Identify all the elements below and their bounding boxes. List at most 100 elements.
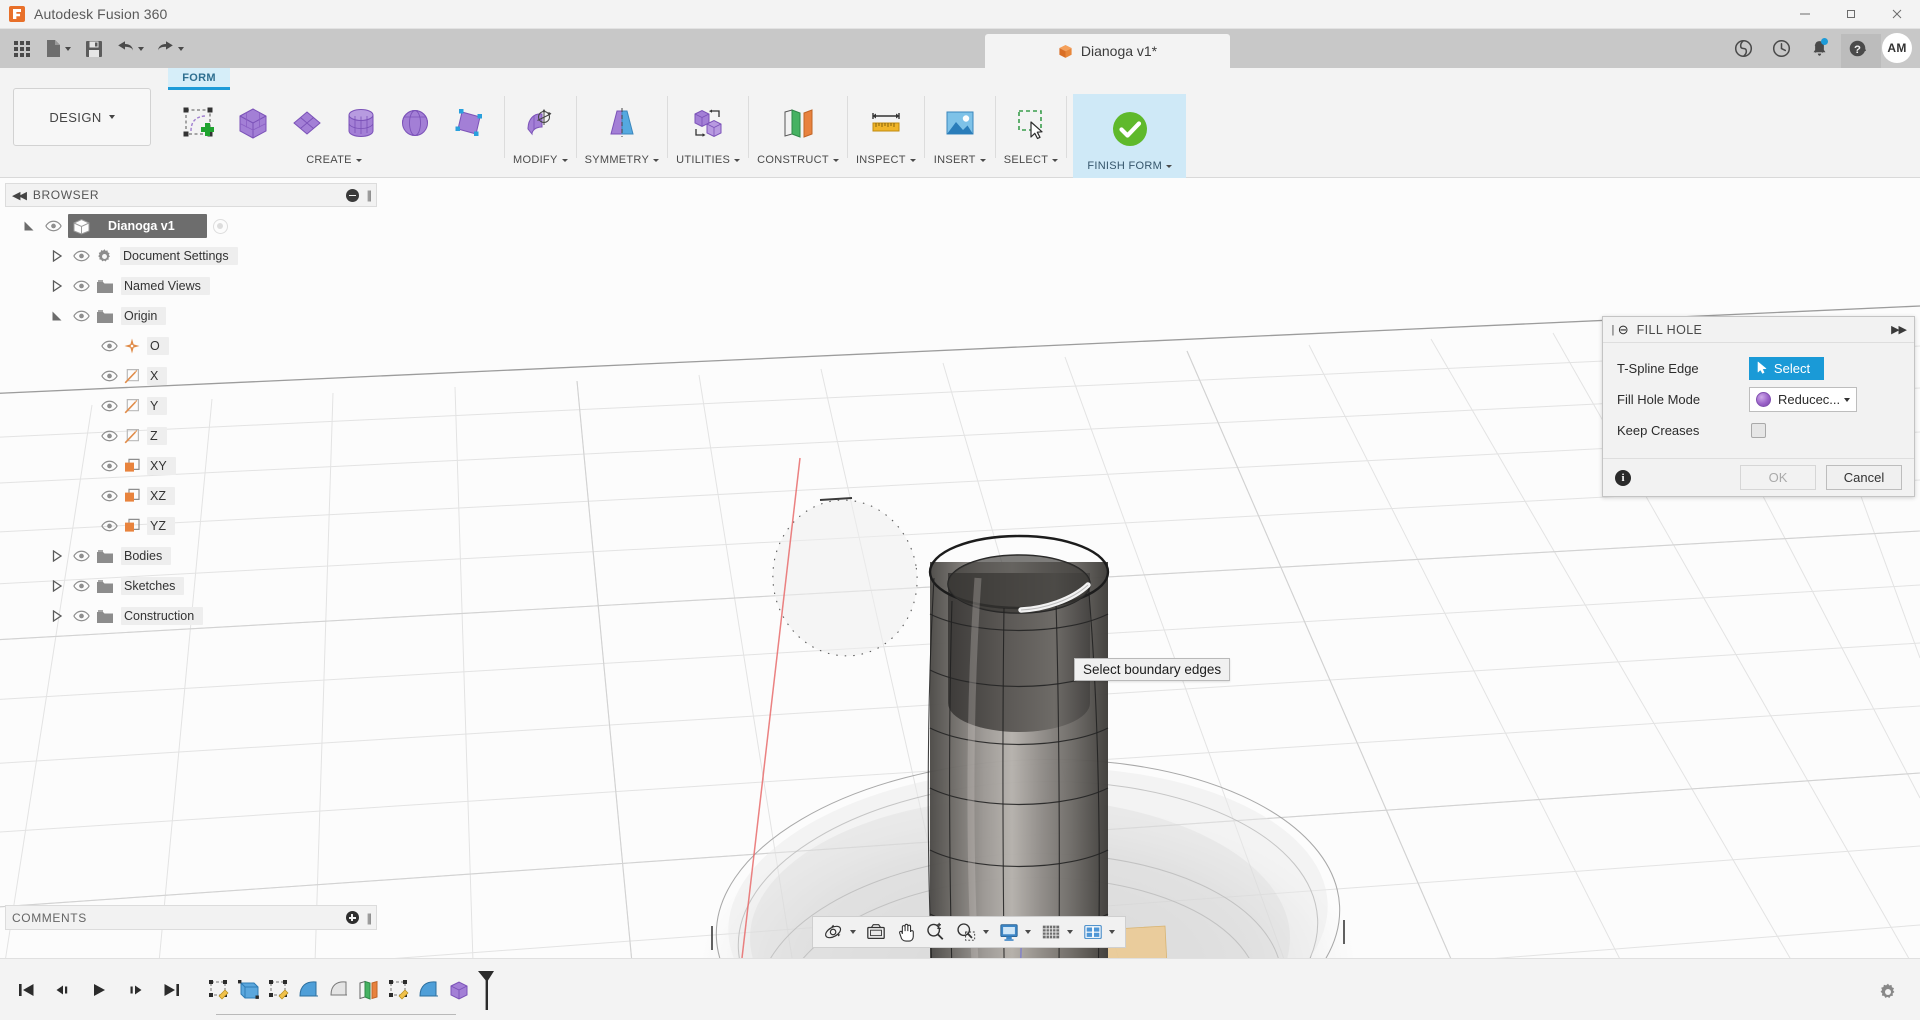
- new-file-icon[interactable]: [38, 34, 78, 64]
- dialog-grip-icon[interactable]: ||: [1611, 324, 1613, 336]
- visibility-eye-icon[interactable]: [71, 278, 91, 294]
- create-box-icon[interactable]: [226, 97, 280, 149]
- timeline-plane-icon[interactable]: [354, 975, 384, 1005]
- browser-tree-item-dianoga-v1[interactable]: Dianoga v1: [5, 211, 377, 241]
- browser-tree-item-o[interactable]: O: [5, 331, 377, 361]
- undo-icon[interactable]: [110, 34, 150, 64]
- close-button[interactable]: [1874, 0, 1920, 29]
- timeline-revolve-icon[interactable]: [294, 975, 324, 1005]
- expander-closed-icon[interactable]: [51, 250, 63, 262]
- expander-closed-icon[interactable]: [51, 550, 63, 562]
- info-icon[interactable]: i: [1615, 470, 1631, 486]
- browser-tree-item-named-views[interactable]: Named Views: [5, 271, 377, 301]
- ribbon-panel-modify-label[interactable]: MODIFY: [513, 154, 568, 166]
- dialog-collapse-icon[interactable]: ⊖: [1618, 322, 1629, 338]
- cancel-button[interactable]: Cancel: [1826, 465, 1902, 490]
- expander-open-icon[interactable]: [23, 220, 35, 232]
- visibility-eye-icon[interactable]: [71, 578, 91, 594]
- visibility-eye-icon[interactable]: [99, 338, 119, 354]
- visibility-eye-icon[interactable]: [99, 428, 119, 444]
- zoom-window-icon[interactable]: [951, 918, 993, 946]
- timeline-form-icon[interactable]: [444, 975, 474, 1005]
- minimize-button[interactable]: [1782, 0, 1828, 29]
- fill-hole-mode-dropdown[interactable]: Reducec...: [1749, 387, 1857, 412]
- step-back-icon[interactable]: [52, 979, 74, 1001]
- comments-panel-header[interactable]: COMMENTS |||: [5, 905, 377, 930]
- browser-tree-item-bodies[interactable]: Bodies: [5, 541, 377, 571]
- viewports-icon[interactable]: [1078, 918, 1119, 946]
- keep-creases-checkbox[interactable]: [1751, 423, 1766, 438]
- go-to-beginning-icon[interactable]: [16, 979, 38, 1001]
- job-status-clock-icon[interactable]: [1764, 33, 1798, 63]
- ribbon-panel-inspect-label[interactable]: INSPECT: [856, 154, 916, 166]
- symmetry-mirror-icon[interactable]: [595, 97, 649, 149]
- create-quadball-icon[interactable]: [442, 97, 496, 149]
- go-to-end-icon[interactable]: [160, 979, 182, 1001]
- create-sphere-icon[interactable]: [388, 97, 442, 149]
- grid-snaps-icon[interactable]: [1036, 918, 1077, 946]
- browser-panel-header[interactable]: ◀◀ BROWSER |||: [5, 183, 377, 207]
- zoom-icon[interactable]: [921, 918, 950, 946]
- ribbon-panel-create-label[interactable]: CREATE: [306, 154, 362, 166]
- notifications-bell-icon[interactable]: [1802, 33, 1836, 63]
- app-grid-icon[interactable]: [6, 34, 38, 64]
- browser-tree-item-origin[interactable]: Origin: [5, 301, 377, 331]
- comments-grip-icon[interactable]: |||: [367, 911, 370, 925]
- expander-open-icon[interactable]: [51, 310, 63, 322]
- expander-closed-icon[interactable]: [51, 580, 63, 592]
- browser-grip-icon[interactable]: |||: [367, 188, 370, 202]
- ribbon-panel-utilities-label[interactable]: UTILITIES: [676, 154, 740, 166]
- activate-component-radio[interactable]: [213, 219, 228, 234]
- maximize-button[interactable]: [1828, 0, 1874, 29]
- modify-edit-form-icon[interactable]: [513, 97, 567, 149]
- construct-plane-icon[interactable]: [771, 97, 825, 149]
- display-settings-icon[interactable]: [994, 918, 1035, 946]
- inspect-measure-icon[interactable]: [859, 97, 913, 149]
- browser-tree-item-x[interactable]: X: [5, 361, 377, 391]
- timeline-sketch2-icon[interactable]: [264, 975, 294, 1005]
- tab-form[interactable]: FORM: [168, 68, 230, 90]
- visibility-eye-icon[interactable]: [99, 398, 119, 414]
- browser-tree-item-document-settings[interactable]: Document Settings: [5, 241, 377, 271]
- browser-tree-item-xy[interactable]: XY: [5, 451, 377, 481]
- ribbon-panel-finish-form[interactable]: FINISH FORM: [1073, 94, 1186, 178]
- expander-closed-icon[interactable]: [51, 610, 63, 622]
- timeline-playhead[interactable]: [476, 975, 484, 1005]
- browser-tree-item-yz[interactable]: YZ: [5, 511, 377, 541]
- help-icon[interactable]: ?: [1840, 33, 1874, 63]
- visibility-eye-icon[interactable]: [99, 368, 119, 384]
- ribbon-panel-symmetry-label[interactable]: SYMMETRY: [585, 154, 660, 166]
- ribbon-panel-finish-form-label[interactable]: FINISH FORM: [1087, 160, 1172, 172]
- visibility-eye-icon[interactable]: [71, 548, 91, 564]
- visibility-eye-icon[interactable]: [99, 458, 119, 474]
- browser-tree-item-z[interactable]: Z: [5, 421, 377, 451]
- browser-tree-item-construction[interactable]: Construction: [5, 601, 377, 631]
- browser-tree-item-y[interactable]: Y: [5, 391, 377, 421]
- timeline-revolve2-icon[interactable]: [414, 975, 444, 1005]
- dialog-expand-icon[interactable]: ▶▶: [1891, 323, 1906, 336]
- create-plane-icon[interactable]: [280, 97, 334, 149]
- workspace-selector[interactable]: DESIGN: [13, 88, 151, 146]
- extensions-icon[interactable]: [1726, 33, 1760, 63]
- document-tab[interactable]: Dianoga v1*: [985, 34, 1230, 68]
- create-face-icon[interactable]: [172, 97, 226, 149]
- look-at-icon[interactable]: [861, 918, 891, 946]
- visibility-eye-icon[interactable]: [99, 518, 119, 534]
- timeline-sketch-icon[interactable]: [204, 975, 234, 1005]
- browser-tree-item-sketches[interactable]: Sketches: [5, 571, 377, 601]
- timeline-patch-icon[interactable]: [324, 975, 354, 1005]
- finish-form-check-icon[interactable]: [1103, 103, 1157, 155]
- browser-collapse-all-icon[interactable]: [346, 189, 359, 202]
- browser-tree-item-xz[interactable]: XZ: [5, 481, 377, 511]
- pan-icon[interactable]: [892, 918, 920, 946]
- visibility-eye-icon[interactable]: [43, 218, 63, 234]
- save-icon[interactable]: [78, 34, 110, 64]
- timeline-extrude-icon[interactable]: [234, 975, 264, 1005]
- visibility-eye-icon[interactable]: [99, 488, 119, 504]
- collapse-browser-icon[interactable]: ◀◀: [12, 189, 25, 202]
- visibility-eye-icon[interactable]: [71, 308, 91, 324]
- add-comment-icon[interactable]: [346, 911, 359, 924]
- visibility-eye-icon[interactable]: [71, 248, 91, 264]
- settings-gear-icon[interactable]: [1878, 982, 1898, 1002]
- utilities-convert-icon[interactable]: [681, 97, 735, 149]
